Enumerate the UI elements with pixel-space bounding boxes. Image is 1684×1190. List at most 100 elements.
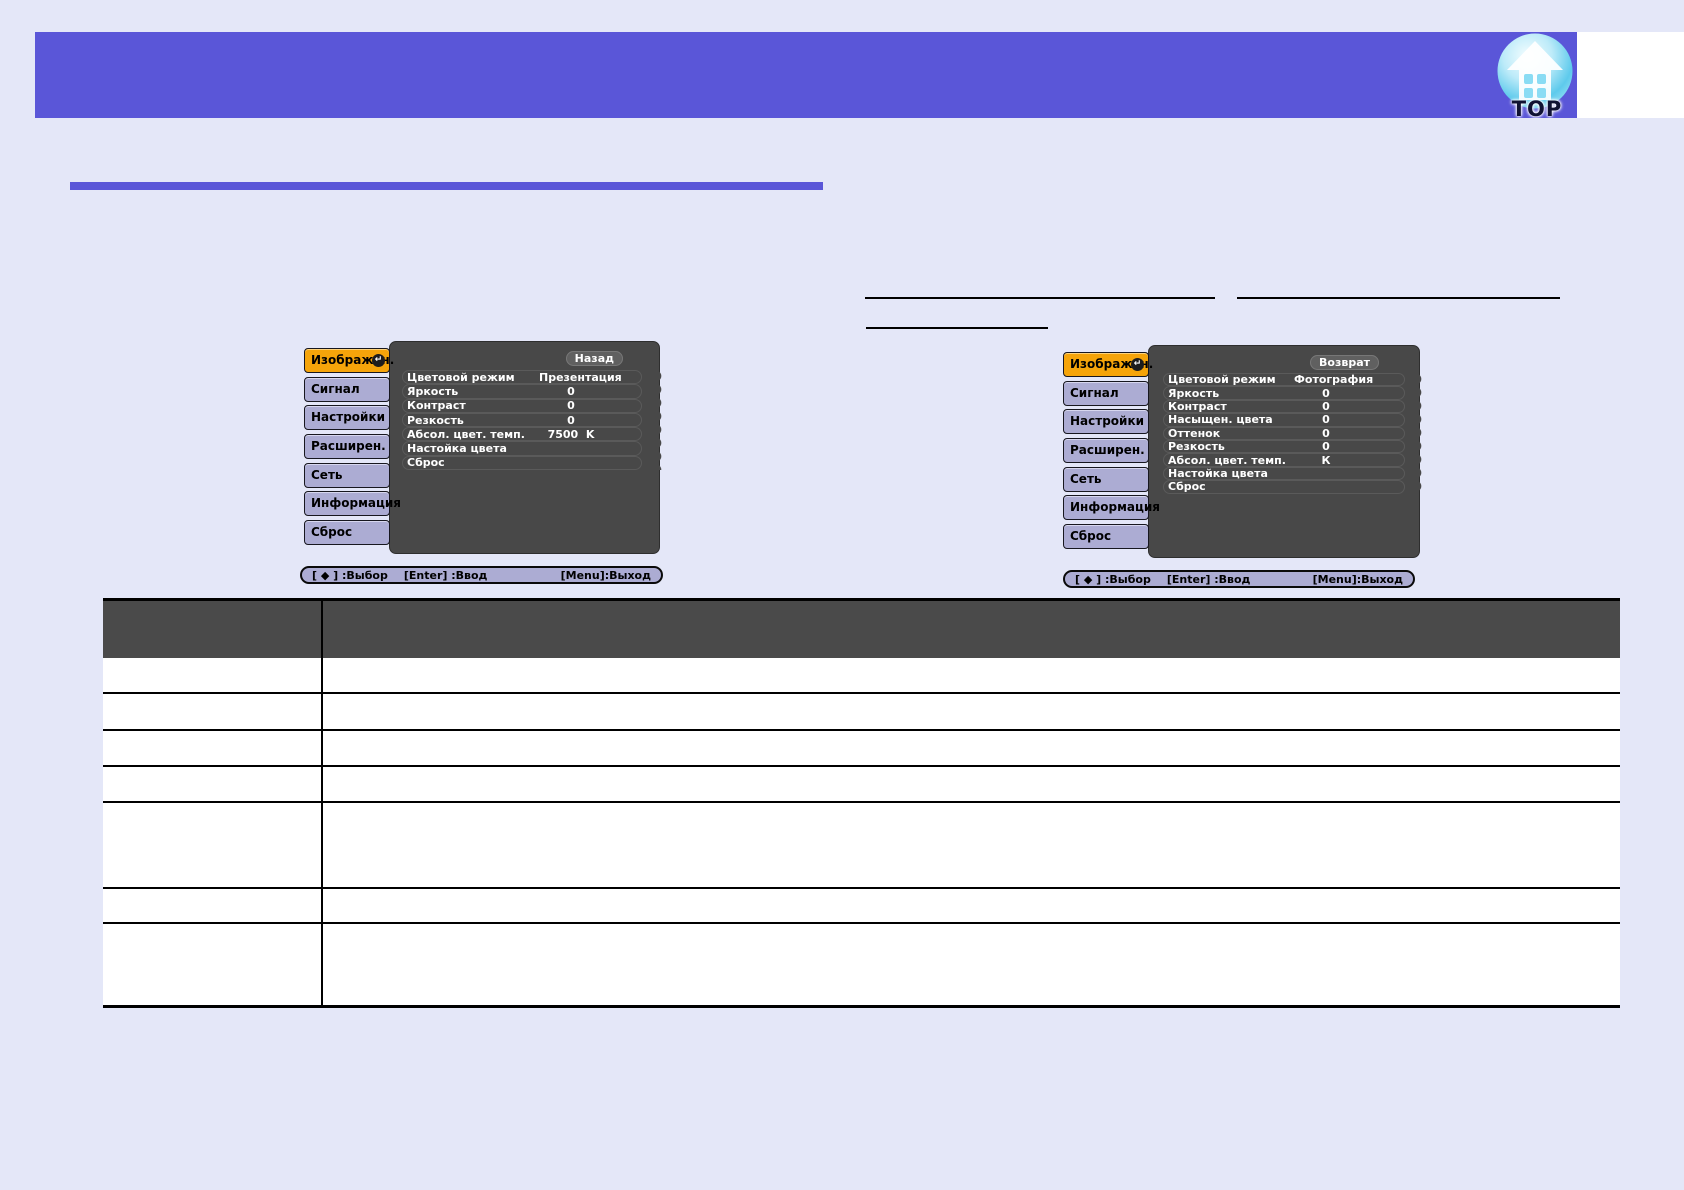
table-cell: [323, 767, 1620, 801]
return-icon: ↵: [1131, 358, 1144, 371]
osd-item-value: К: [1294, 454, 1358, 467]
osd-tab-label: Сигнал: [311, 382, 360, 396]
osd-list-edge-decoration: [1415, 372, 1425, 494]
osd-item-label: Яркость: [1168, 387, 1219, 400]
osd-tab-label: Сеть: [1070, 472, 1102, 486]
table-cell: [103, 731, 323, 765]
osd-item-value: Фотография: [1294, 373, 1358, 386]
top-link[interactable]: TOP: [1496, 32, 1578, 118]
osd-tab-network: Сеть: [304, 463, 390, 488]
osd-item-label: Контраст: [1168, 400, 1227, 413]
osd-tab-info: Информация: [304, 491, 390, 516]
osd-screenshot-left: Назад Цветовой режим Презентация Яркость…: [304, 341, 664, 552]
osd-item-row: Абсол. цвет. темп. 7500 K: [402, 427, 642, 441]
osd-tab-image: Изображен. ↵: [1063, 352, 1149, 377]
table-row: [103, 889, 1620, 924]
osd-tab-label: Настройки: [1070, 414, 1144, 428]
link-underline[interactable]: [865, 297, 1215, 299]
osd-item-label: Насыщен. цвета: [1168, 413, 1273, 426]
return-icon: ↵: [372, 354, 385, 367]
table-cell: [103, 767, 323, 801]
osd-item-value: 0: [1294, 440, 1358, 453]
osd-statusbar-left: [ ◆ ] :Выбор [Enter] :Ввод [Menu]:Выход: [300, 566, 663, 584]
top-label: TOP: [1496, 97, 1578, 121]
osd-tab-reset: Сброс: [1063, 524, 1149, 549]
osd-item-value: 0: [539, 414, 603, 427]
osd-item-label: Абсол. цвет. темп.: [1168, 454, 1286, 467]
manual-page: TOP Назад Цветовой режим Презентация Ярк…: [0, 0, 1684, 1190]
key-hint-enter: [Enter] :Ввод: [1167, 573, 1251, 586]
osd-tab-network: Сеть: [1063, 467, 1149, 492]
osd-tab-signal: Сигнал: [1063, 381, 1149, 406]
osd-item-row: Настойка цвета: [1163, 467, 1405, 480]
osd-item-value: 0: [1294, 427, 1358, 440]
header-corner: [1577, 32, 1684, 118]
table-cell: [323, 924, 1620, 1005]
osd-item-row: Оттенок 0: [1163, 427, 1405, 440]
osd-tab-label: Настройки: [311, 410, 385, 424]
osd-item-row: Цветовой режим Презентация: [402, 370, 642, 384]
osd-item-label: Сброс: [1168, 480, 1206, 493]
table-cell: [323, 694, 1620, 729]
osd-item-row: Контраст 0: [402, 399, 642, 413]
table-cell: [103, 889, 323, 922]
table-row: [103, 924, 1620, 1005]
osd-tab-extended: Расширен.: [1063, 438, 1149, 463]
table-cell: [103, 924, 323, 1005]
osd-tab-label: Сеть: [311, 468, 343, 482]
osd-item-label: Оттенок: [1168, 427, 1220, 440]
osd-item-row: Насыщен. цвета 0: [1163, 413, 1405, 426]
osd-item-label: Цветовой режим: [407, 371, 515, 384]
osd-tab-label: Информация: [311, 496, 401, 510]
osd-item-value: 7500 K: [539, 428, 603, 441]
osd-item-row: Абсол. цвет. темп. К: [1163, 453, 1405, 466]
header-bar: [35, 32, 1577, 118]
osd-item-label: Сброс: [407, 456, 445, 469]
osd-tab-settings: Настройки: [304, 405, 390, 430]
osd-tab-label: Сброс: [1070, 529, 1111, 543]
table-cell: [323, 658, 1620, 692]
table-cell: [103, 803, 323, 887]
osd-tab-reset: Сброс: [304, 520, 390, 545]
osd-item-row: Контраст 0: [1163, 400, 1405, 413]
osd-item-list: Цветовой режим Презентация Яркость 0 Кон…: [402, 370, 642, 470]
osd-item-label: Цветовой режим: [1168, 373, 1276, 386]
osd-tab-image: Изображен. ↵: [304, 348, 390, 373]
osd-item-value: 0: [1294, 413, 1358, 426]
table-header-cell: [103, 601, 323, 658]
table-row: [103, 803, 1620, 889]
osd-item-label: Резкость: [1168, 440, 1225, 453]
osd-statusbar-right: [ ◆ ] :Выбор [Enter] :Ввод [Menu]:Выход: [1063, 570, 1415, 588]
osd-back-button: Возврат: [1310, 355, 1379, 370]
osd-item-label: Яркость: [407, 385, 458, 398]
osd-item-row: Сброс: [402, 456, 642, 470]
table-cell: [103, 694, 323, 729]
osd-item-row: Резкость 0: [402, 413, 642, 427]
osd-item-row: Настойка цвета: [402, 441, 642, 455]
table-row: [103, 694, 1620, 731]
osd-item-label: Резкость: [407, 414, 464, 427]
osd-item-value: 0: [539, 399, 603, 412]
table-cell: [323, 803, 1620, 887]
osd-tab-info: Информация: [1063, 495, 1149, 520]
key-hint-select: [ ◆ ] :Выбор: [1075, 573, 1151, 586]
key-hint-enter: [Enter] :Ввод: [404, 569, 488, 582]
osd-item-label: Контраст: [407, 399, 466, 412]
osd-item-value: 0: [1294, 387, 1358, 400]
settings-table: [103, 598, 1620, 1008]
osd-tab-label: Сигнал: [1070, 386, 1119, 400]
link-underline[interactable]: [866, 327, 1048, 329]
osd-item-label: Настойка цвета: [407, 442, 507, 455]
link-underline[interactable]: [1237, 297, 1560, 299]
key-hint-exit: [Menu]:Выход: [561, 569, 651, 582]
osd-item-row: Цветовой режим Фотография: [1163, 373, 1405, 386]
table-cell: [323, 889, 1620, 922]
osd-back-button: Назад: [566, 351, 623, 366]
osd-item-label: Настойка цвета: [1168, 467, 1268, 480]
osd-item-value: 0: [1294, 400, 1358, 413]
osd-tab-label: Расширен.: [1070, 443, 1145, 457]
key-hint-exit: [Menu]:Выход: [1313, 573, 1403, 586]
osd-tab-signal: Сигнал: [304, 377, 390, 402]
osd-screenshot-right: Возврат Цветовой режим Фотография Яркост…: [1063, 345, 1423, 556]
osd-tab-label: Сброс: [311, 525, 352, 539]
